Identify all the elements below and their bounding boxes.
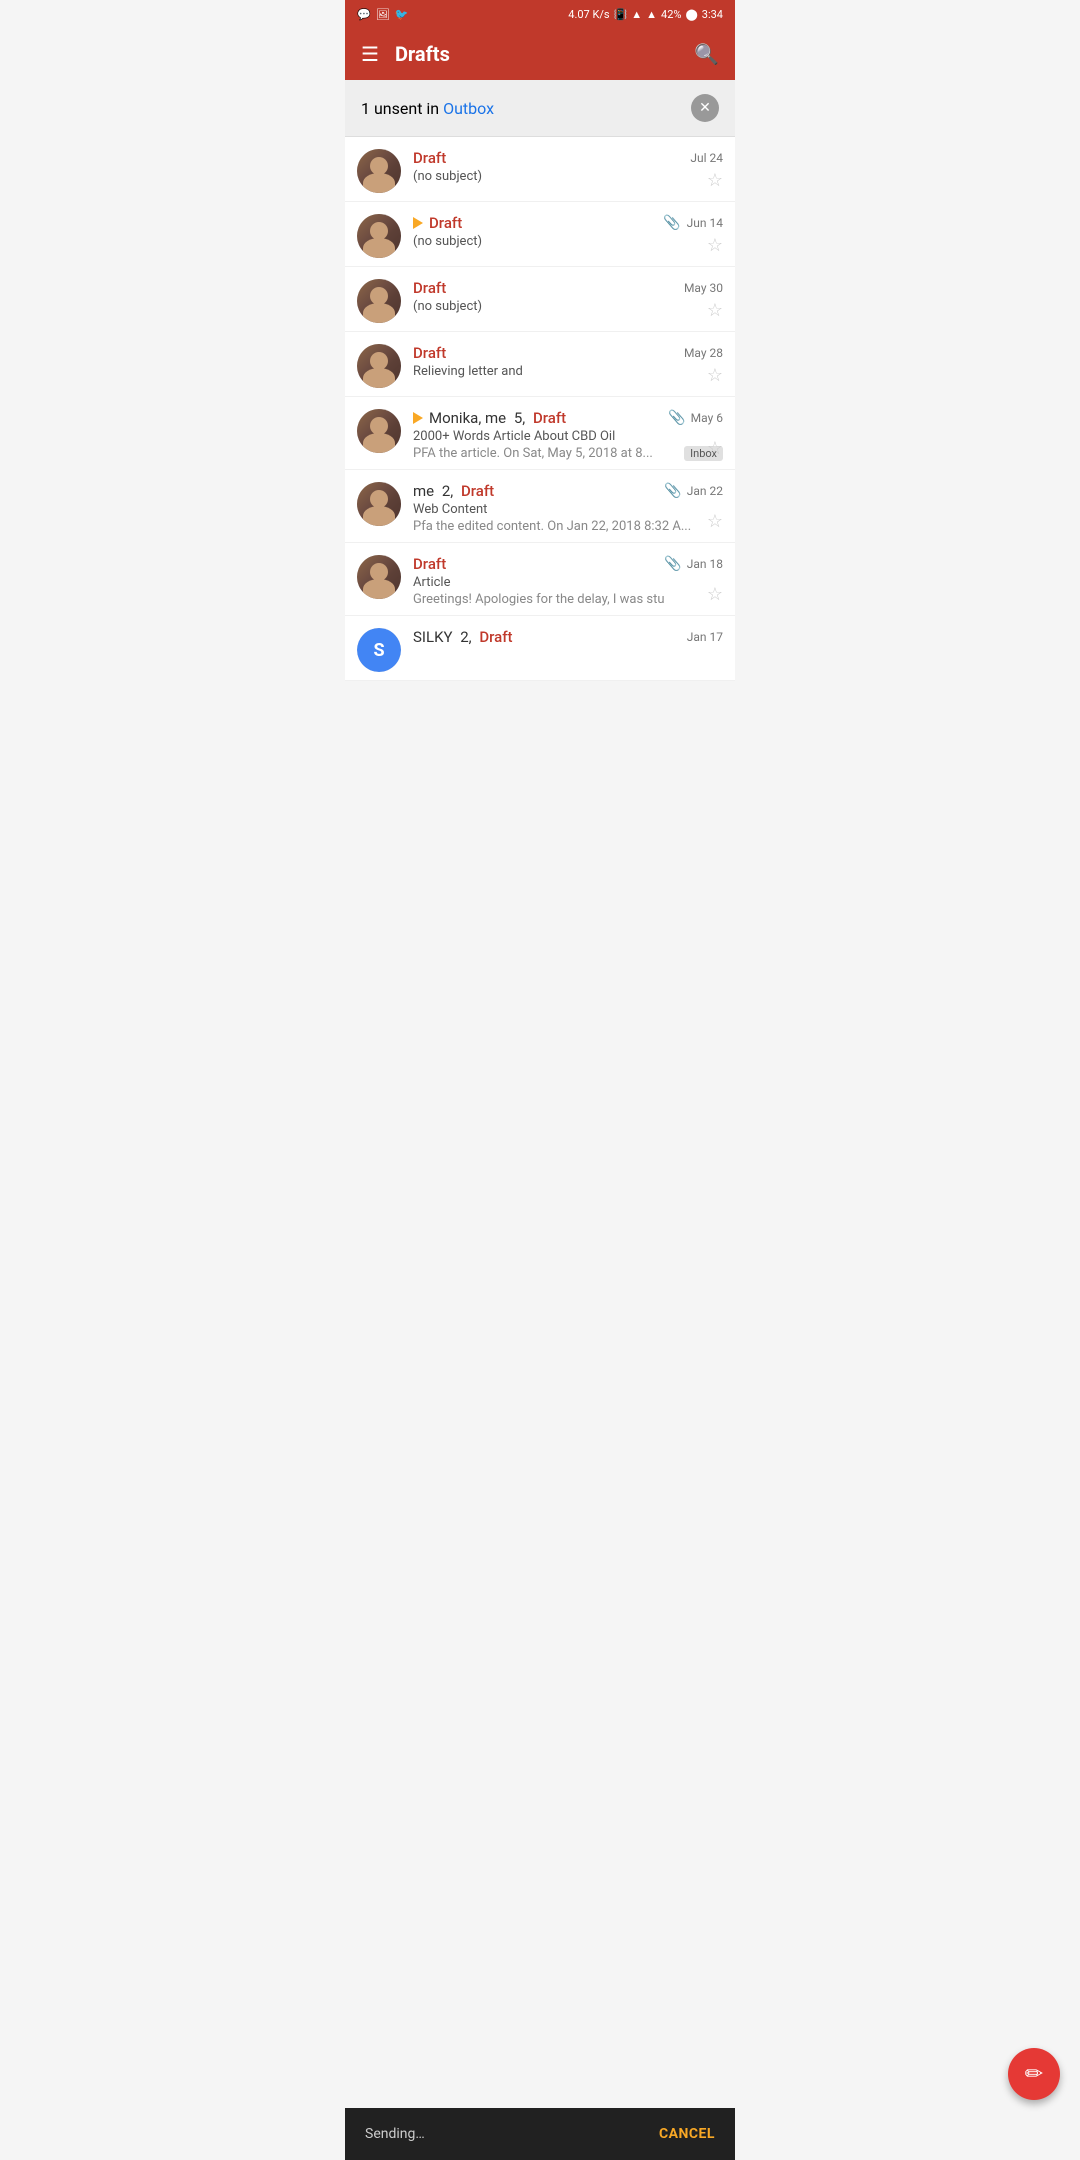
- sending-status: Sending…: [365, 2126, 425, 2142]
- vibrate-icon: 📳: [614, 8, 628, 21]
- email-subject: Article: [413, 575, 723, 590]
- list-item[interactable]: Draft May 30 (no subject) ☆: [345, 267, 735, 332]
- network-speed: 4.07 K/s: [568, 8, 609, 21]
- draft-label: Draft: [413, 149, 446, 167]
- avatar: [357, 279, 401, 323]
- list-item[interactable]: Draft May 28 Relieving letter and ☆: [345, 332, 735, 397]
- email-date: Jan 17: [687, 630, 723, 644]
- draft-label: Draft: [413, 279, 446, 297]
- email-subject: 2000+ Words Article About CBD Oil: [413, 429, 723, 444]
- attachment-icon: 📎: [663, 215, 680, 231]
- gallery-icon: 🖼: [376, 8, 390, 21]
- draft-inline-label: Draft: [461, 482, 494, 500]
- forward-icon: [413, 217, 423, 229]
- compose-fab[interactable]: ✏: [1008, 2048, 1060, 2100]
- page-title: Drafts: [395, 42, 694, 66]
- email-date: May 28: [684, 346, 723, 360]
- sender-name: Monika, me: [429, 409, 510, 427]
- wifi-icon: ▲: [631, 8, 642, 21]
- attachment-icon: 📎: [664, 556, 681, 572]
- email-date: Jun 14: [687, 216, 723, 230]
- status-bar: 💬 🖼 🐦 4.07 K/s 📳 ▲ ▲ 42% ⬤ 3:34: [345, 0, 735, 28]
- draft-label: Draft: [413, 344, 446, 362]
- battery-percent: 42%: [661, 8, 681, 21]
- email-content: Draft May 30 (no subject): [413, 279, 723, 316]
- email-date: Jul 24: [690, 151, 723, 165]
- thread-count: 5,: [514, 409, 529, 427]
- star-button[interactable]: ☆: [707, 235, 723, 256]
- draft-label: Draft: [429, 214, 462, 232]
- email-date: Jan 18: [687, 557, 723, 571]
- avatar: S: [357, 628, 401, 672]
- search-icon[interactable]: 🔍: [694, 42, 719, 66]
- email-preview: PFA the article. On Sat, May 5, 2018 at …: [413, 446, 678, 461]
- menu-icon[interactable]: ☰: [361, 42, 379, 66]
- forward-icon: [413, 412, 423, 424]
- email-subject: Web Content: [413, 502, 723, 517]
- email-content: Draft Jul 24 (no subject): [413, 149, 723, 186]
- email-subject: Relieving letter and: [413, 364, 723, 379]
- outbox-text: 1 unsent in Outbox: [361, 99, 494, 118]
- bottom-bar: Sending… CANCEL: [345, 2108, 735, 2160]
- outbox-close-button[interactable]: ✕: [691, 94, 719, 122]
- clock: 3:34: [702, 8, 723, 21]
- sender-name: SILKY: [413, 628, 456, 646]
- email-content: me 2, Draft 📎 Jan 22 Web Content Pfa the…: [413, 482, 723, 534]
- email-list: Draft Jul 24 (no subject) ☆ Draft 📎 Jun …: [345, 137, 735, 681]
- draft-label: Draft: [413, 555, 446, 573]
- email-subject: (no subject): [413, 169, 723, 184]
- thread-count: 2,: [442, 482, 457, 500]
- email-subject: (no subject): [413, 234, 723, 249]
- list-item[interactable]: Draft Jul 24 (no subject) ☆: [345, 137, 735, 202]
- thread-count: 2,: [460, 628, 475, 646]
- avatar: [357, 409, 401, 453]
- email-date: May 6: [691, 411, 723, 425]
- app-header: ☰ Drafts 🔍: [345, 28, 735, 80]
- list-item[interactable]: Monika, me 5, Draft 📎 May 6 2000+ Words …: [345, 397, 735, 470]
- star-button[interactable]: ☆: [707, 300, 723, 321]
- email-content: Draft 📎 Jun 14 (no subject): [413, 214, 723, 251]
- avatar: [357, 344, 401, 388]
- email-preview: Greetings! Apologies for the delay, I wa…: [413, 592, 723, 607]
- avatar: [357, 555, 401, 599]
- list-item[interactable]: me 2, Draft 📎 Jan 22 Web Content Pfa the…: [345, 470, 735, 543]
- email-content: SILKY 2, Draft Jan 17: [413, 628, 723, 648]
- draft-inline-label: Draft: [479, 628, 512, 646]
- star-button[interactable]: ☆: [707, 365, 723, 386]
- star-button[interactable]: ☆: [707, 584, 723, 605]
- whatsapp-icon: 💬: [357, 8, 371, 21]
- email-subject: (no subject): [413, 299, 723, 314]
- email-date: Jan 22: [687, 484, 723, 498]
- attachment-icon: 📎: [664, 483, 681, 499]
- cancel-button[interactable]: CANCEL: [659, 2126, 715, 2142]
- email-date: May 30: [684, 281, 723, 295]
- list-item[interactable]: Draft 📎 Jun 14 (no subject) ☆: [345, 202, 735, 267]
- outbox-banner: 1 unsent in Outbox ✕: [345, 80, 735, 137]
- signal-icon: ▲: [646, 8, 657, 21]
- twitter-icon: 🐦: [395, 8, 409, 21]
- email-content: Draft May 28 Relieving letter and: [413, 344, 723, 381]
- status-icons: 💬 🖼 🐦: [357, 8, 408, 21]
- star-button[interactable]: ☆: [707, 170, 723, 191]
- star-button[interactable]: ☆: [707, 511, 723, 532]
- attachment-icon: 📎: [668, 410, 685, 426]
- battery-icon: ⬤: [685, 8, 697, 21]
- list-item[interactable]: Draft 📎 Jan 18 Article Greetings! Apolog…: [345, 543, 735, 616]
- status-info: 4.07 K/s 📳 ▲ ▲ 42% ⬤ 3:34: [568, 8, 723, 21]
- avatar: [357, 482, 401, 526]
- outbox-link[interactable]: Outbox: [443, 99, 494, 118]
- compose-icon: ✏: [1025, 2062, 1043, 2087]
- star-button[interactable]: ☆: [707, 438, 723, 459]
- draft-inline-label: Draft: [533, 409, 566, 427]
- email-preview: Pfa the edited content. On Jan 22, 2018 …: [413, 519, 723, 534]
- list-item[interactable]: S SILKY 2, Draft Jan 17: [345, 616, 735, 681]
- avatar: [357, 214, 401, 258]
- avatar: [357, 149, 401, 193]
- email-content: Monika, me 5, Draft 📎 May 6 2000+ Words …: [413, 409, 723, 461]
- email-content: Draft 📎 Jan 18 Article Greetings! Apolog…: [413, 555, 723, 607]
- sender-name: me: [413, 482, 438, 500]
